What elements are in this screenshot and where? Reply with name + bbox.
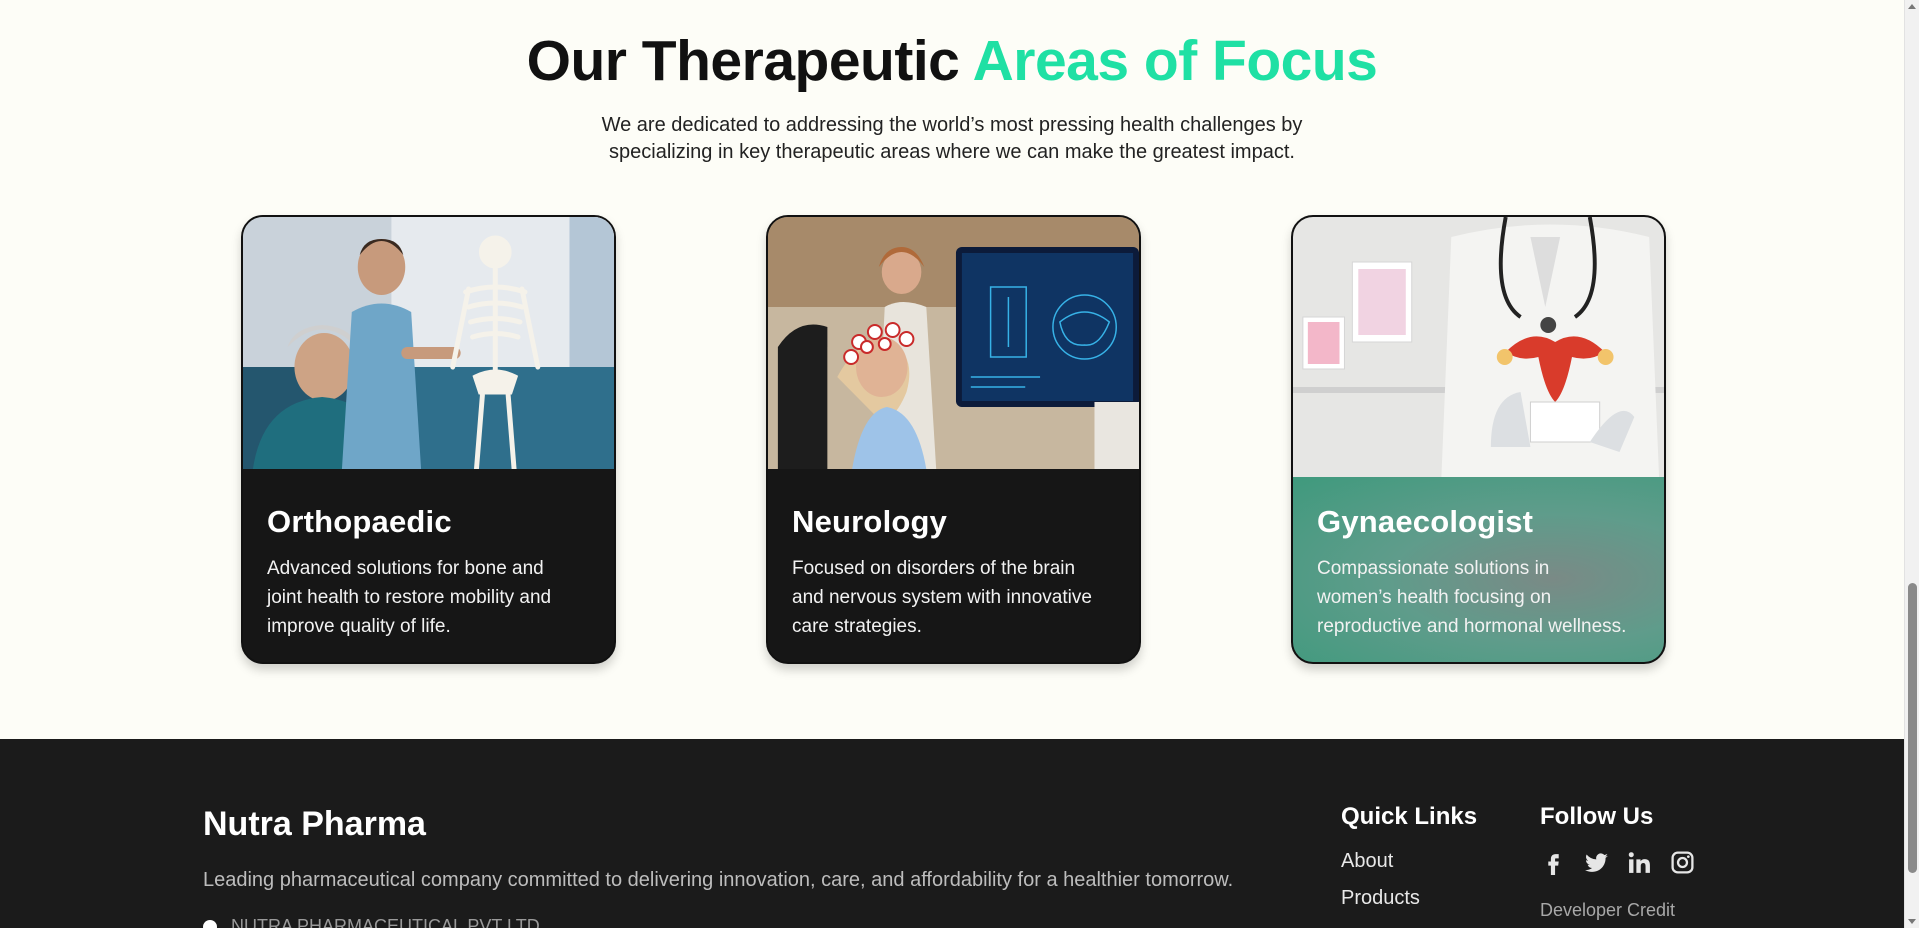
card-neurology[interactable]: Neurology Focused on disorders of the br… xyxy=(766,215,1141,664)
section-subtitle-line: specializing in key therapeutic areas wh… xyxy=(609,141,1295,163)
social-links xyxy=(1540,849,1696,876)
page: Our Therapeutic Areas of Focus We are de… xyxy=(0,0,1904,928)
twitter-icon[interactable] xyxy=(1583,849,1610,876)
card-gynaecologist[interactable]: Gynaecologist Compassionate solutions in… xyxy=(1291,215,1666,664)
section-subtitle: We are dedicated to addressing the world… xyxy=(0,112,1904,166)
card-description-line: and nervous system with innovative xyxy=(792,587,1092,608)
section-title: Our Therapeutic Areas of Focus xyxy=(0,28,1904,94)
section-title-accent: Areas of Focus xyxy=(972,29,1378,93)
card-orthopaedic[interactable]: Orthopaedic Advanced solutions for bone … xyxy=(241,215,616,664)
footer: Nutra Pharma Leading pharmaceutical comp… xyxy=(0,739,1904,928)
follow-us-title: Follow Us xyxy=(1540,803,1654,830)
scrollbar-thumb[interactable] xyxy=(1908,583,1917,873)
card-description-line: care strategies. xyxy=(792,616,922,637)
quick-link-about[interactable]: About xyxy=(1341,850,1393,873)
section-subtitle-line: We are dedicated to addressing the world… xyxy=(601,114,1303,136)
developer-credit-link[interactable]: Developer Credit xyxy=(1540,900,1675,921)
card-body: Gynaecologist Compassionate solutions in… xyxy=(1293,477,1664,662)
neurology-image xyxy=(768,217,1139,469)
card-body: Neurology Focused on disorders of the br… xyxy=(768,469,1139,662)
facebook-icon[interactable] xyxy=(1540,849,1567,876)
footer-brand[interactable]: Nutra Pharma xyxy=(203,805,426,844)
card-title: Neurology xyxy=(792,504,948,539)
card-title: Gynaecologist xyxy=(1317,504,1534,539)
card-title: Orthopaedic xyxy=(267,504,452,539)
card-description-line: improve quality of life. xyxy=(267,616,451,637)
footer-tagline: Leading pharmaceutical company committed… xyxy=(203,869,1234,891)
quick-link-products[interactable]: Products xyxy=(1341,887,1420,910)
linkedin-icon[interactable] xyxy=(1626,849,1653,876)
gynaecologist-image xyxy=(1293,217,1664,477)
page-scrollbar[interactable] xyxy=(1904,0,1919,928)
card-description-line: Compassionate solutions in xyxy=(1317,558,1550,579)
card-description-line: Advanced solutions for bone and xyxy=(267,558,544,579)
footer-address: NUTRA PHARMACEUTICAL PVT LTD xyxy=(203,916,540,928)
section-title-main: Our Therapeutic xyxy=(526,29,973,93)
card-description-line: reproductive and hormonal wellness. xyxy=(1317,616,1627,637)
card-description: Compassionate solutions in women’s healt… xyxy=(1317,554,1640,641)
instagram-icon[interactable] xyxy=(1669,849,1696,876)
card-body: Orthopaedic Advanced solutions for bone … xyxy=(243,469,614,662)
scroll-up-icon[interactable] xyxy=(1908,4,1916,9)
card-description: Advanced solutions for bone and joint he… xyxy=(267,554,590,641)
location-icon xyxy=(203,920,217,928)
card-description-line: Focused on disorders of the brain xyxy=(792,558,1076,579)
card-description-line: women’s health focusing on xyxy=(1317,587,1552,608)
card-description: Focused on disorders of the brain and ne… xyxy=(792,554,1115,641)
scroll-down-icon[interactable] xyxy=(1908,919,1916,924)
quick-links-title: Quick Links xyxy=(1341,803,1478,830)
orthopaedic-image xyxy=(243,217,614,469)
card-description-line: joint health to restore mobility and xyxy=(267,587,552,608)
footer-address-text: NUTRA PHARMACEUTICAL PVT LTD xyxy=(231,916,540,928)
